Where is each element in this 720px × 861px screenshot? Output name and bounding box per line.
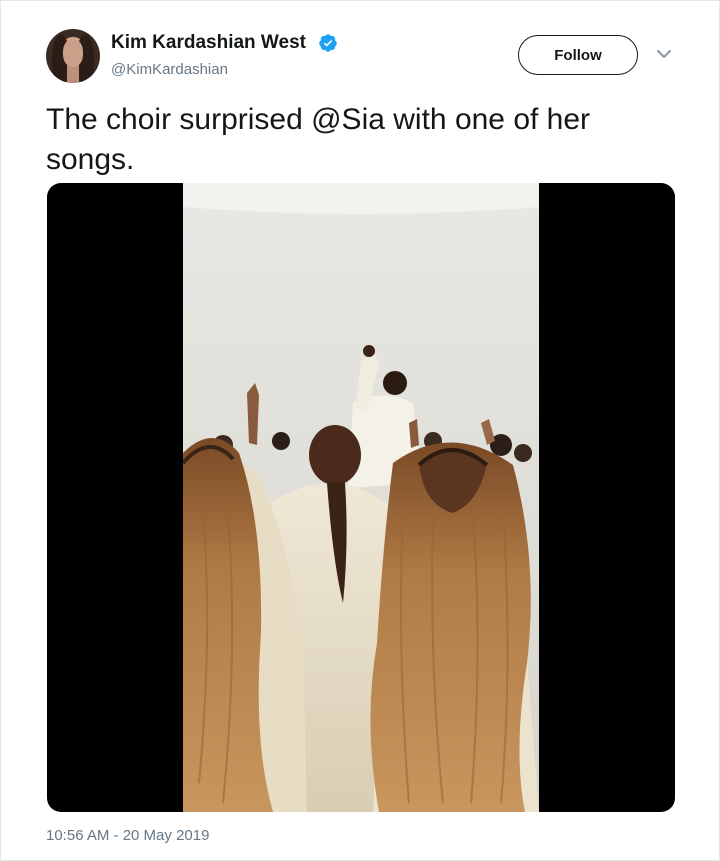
video-frame[interactable]	[183, 183, 539, 812]
video-player[interactable]	[47, 183, 675, 812]
video-still-image	[183, 183, 539, 812]
tweet-timestamp[interactable]: 10:56 AM - 20 May 2019	[46, 827, 209, 844]
verified-badge-icon	[319, 34, 337, 52]
follow-button[interactable]: Follow	[518, 35, 638, 75]
author-handle[interactable]: @KimKardashian	[111, 61, 228, 78]
author-name[interactable]: Kim Kardashian West	[111, 32, 306, 54]
tweet-card: Kim Kardashian West @KimKardashian Follo…	[0, 0, 720, 861]
chevron-down-icon[interactable]	[655, 47, 673, 61]
tweet-text: The choir surprised @Sia with one of her…	[46, 103, 591, 176]
author-avatar[interactable]	[46, 29, 100, 83]
